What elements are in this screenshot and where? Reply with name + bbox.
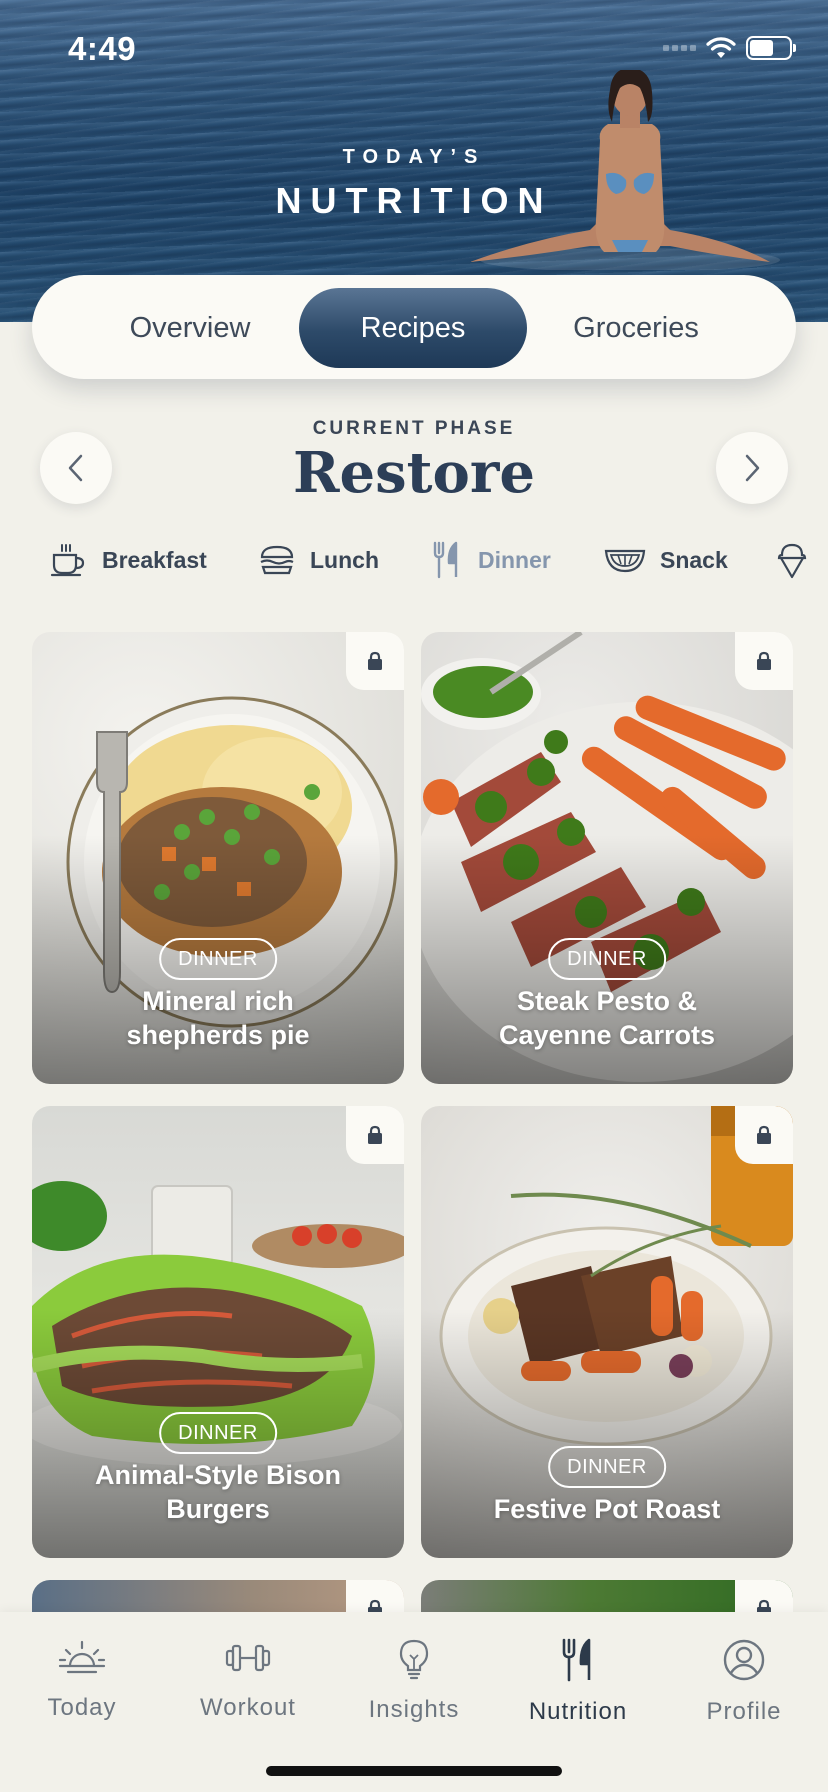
lock-icon: [757, 651, 771, 670]
recipe-title: Animal-Style Bison Burgers: [42, 1458, 394, 1526]
meal-type-badge: DINNER: [159, 1412, 277, 1454]
recipe-title-line: Mineral rich: [142, 986, 294, 1016]
tab-recipes[interactable]: Recipes: [299, 288, 527, 368]
recipe-title: Mineral rich shepherds pie: [42, 984, 394, 1052]
hero-subtitle: TODAY’S: [342, 146, 486, 168]
recipe-title-line: Steak Pesto &: [516, 986, 698, 1016]
lock-badge: [735, 632, 793, 690]
tab-groceries[interactable]: Groceries: [522, 288, 750, 368]
chevron-right-icon: [745, 454, 760, 482]
meal-type-badge: DINNER: [548, 1446, 666, 1488]
lock-badge: [735, 1106, 793, 1164]
tab-today-label: Today: [47, 1694, 117, 1721]
recipe-title-line: Cayenne Carrots: [498, 1020, 716, 1050]
meal-category-filter: Breakfast Lunch Dinner Snack: [0, 532, 828, 588]
category-dinner-label: Dinner: [478, 546, 551, 573]
category-snack-label: Snack: [660, 546, 728, 573]
lock-badge: [346, 632, 404, 690]
lock-icon: [368, 651, 382, 670]
phase-label: CURRENT PHASE: [312, 418, 516, 439]
recipe-title-line: shepherds pie: [126, 1020, 310, 1050]
category-lunch[interactable]: Lunch: [258, 532, 379, 588]
recipe-title-line: Festive Pot Roast: [493, 1494, 721, 1524]
meal-type-badge: DINNER: [159, 938, 277, 980]
burger-icon: [260, 545, 294, 575]
nutrition-segmented-control: Overview Recipes Groceries: [32, 275, 796, 379]
category-dinner[interactable]: Dinner: [430, 532, 551, 588]
lock-badge: [346, 1106, 404, 1164]
phase-title: Restore: [292, 440, 536, 506]
category-dessert[interactable]: [776, 532, 808, 588]
status-time: 4:49: [68, 30, 137, 67]
tab-insights-label: Insights: [368, 1696, 460, 1723]
tab-insights[interactable]: Insights: [334, 1638, 494, 1724]
tab-profile-label: Profile: [706, 1698, 782, 1725]
tab-profile[interactable]: Profile: [664, 1638, 824, 1726]
fork-knife-icon: [562, 1638, 591, 1682]
wifi-icon: [706, 37, 736, 58]
category-breakfast-label: Breakfast: [102, 546, 207, 573]
tab-workout-label: Workout: [200, 1694, 296, 1721]
recipe-card[interactable]: DINNER Mineral rich shepherds pie: [32, 632, 404, 1084]
recipe-card[interactable]: DINNER Festive Pot Roast: [421, 1106, 793, 1558]
recipe-title: Steak Pesto & Cayenne Carrots: [431, 984, 783, 1052]
category-lunch-label: Lunch: [310, 546, 379, 573]
tab-overview[interactable]: Overview: [76, 288, 304, 368]
tab-today[interactable]: Today: [2, 1638, 162, 1722]
hero-title: NUTRITION: [275, 180, 553, 221]
fork-knife-icon: [433, 541, 458, 579]
battery-icon: [746, 36, 796, 60]
melon-slice-icon: [604, 549, 646, 573]
coffee-cup-icon: [50, 544, 85, 577]
recipe-card[interactable]: DINNER Steak Pesto & Cayenne Carrots: [421, 632, 793, 1084]
hero-model-image: [470, 70, 780, 270]
lock-icon: [368, 1125, 382, 1144]
status-icons: [663, 36, 796, 60]
profile-icon: [723, 1639, 765, 1681]
tab-nutrition[interactable]: Nutrition: [498, 1638, 658, 1726]
recipe-title-line: Burgers: [166, 1494, 270, 1524]
recipe-title: Festive Pot Roast: [431, 1492, 783, 1526]
sunrise-icon: [58, 1640, 106, 1674]
lock-icon: [757, 1125, 771, 1144]
lightbulb-icon: [399, 1639, 429, 1680]
meal-type-badge: DINNER: [548, 938, 666, 980]
dumbbell-icon: [225, 1644, 271, 1672]
home-indicator: [266, 1766, 562, 1776]
tab-nutrition-label: Nutrition: [528, 1698, 628, 1725]
next-phase-button[interactable]: [716, 432, 788, 504]
hero-banner: 4:49 TODAY’S NUTRITION: [0, 0, 828, 322]
recipe-card[interactable]: DINNER Animal-Style Bison Burgers: [32, 1106, 404, 1558]
category-breakfast[interactable]: Breakfast: [50, 532, 207, 588]
recipe-title-line: Animal-Style Bison: [94, 1460, 342, 1490]
category-snack[interactable]: Snack: [604, 532, 728, 588]
bottom-tab-bar: Today Workout Insights Nutrition Profile: [0, 1612, 828, 1792]
ice-cream-icon: [777, 543, 807, 579]
signal-icon: [663, 45, 696, 51]
tab-workout[interactable]: Workout: [168, 1638, 328, 1722]
